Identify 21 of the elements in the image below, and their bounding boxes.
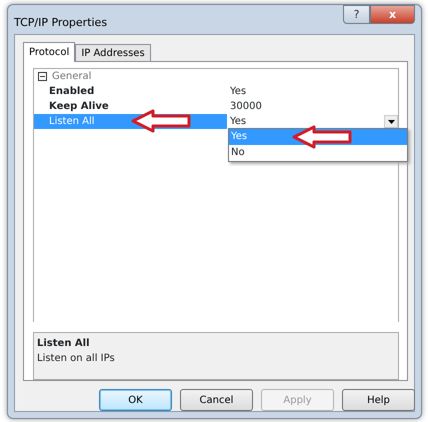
dropdown-button[interactable]: [384, 115, 398, 128]
description-text: Listen on all IPs: [37, 352, 116, 366]
help-button[interactable]: ?: [343, 5, 370, 24]
category-header[interactable]: General: [34, 69, 227, 84]
property-value: 30000: [230, 100, 262, 114]
arrow-drawing: [131, 109, 193, 133]
property-value: Yes: [230, 115, 246, 129]
caret-icon: [388, 120, 394, 124]
tab[interactable]: IP Addresses: [75, 44, 151, 61]
property-name[interactable]: Keep Alive: [34, 99, 227, 114]
dialog-button[interactable]: OK: [99, 389, 172, 411]
dialog-button[interactable]: Cancel: [180, 389, 253, 411]
dialog-button[interactable]: Help: [342, 389, 415, 411]
description-title: Listen All: [37, 337, 91, 351]
window-title: TCP/IP Properties: [14, 15, 108, 31]
collapse-icon[interactable]: [38, 72, 47, 81]
tab[interactable]: Protocol: [23, 42, 76, 62]
category-label: General: [52, 70, 92, 84]
property-name[interactable]: Enabled: [34, 84, 227, 99]
dropdown-option[interactable]: No: [229, 145, 407, 161]
property-value: Yes: [230, 85, 246, 99]
